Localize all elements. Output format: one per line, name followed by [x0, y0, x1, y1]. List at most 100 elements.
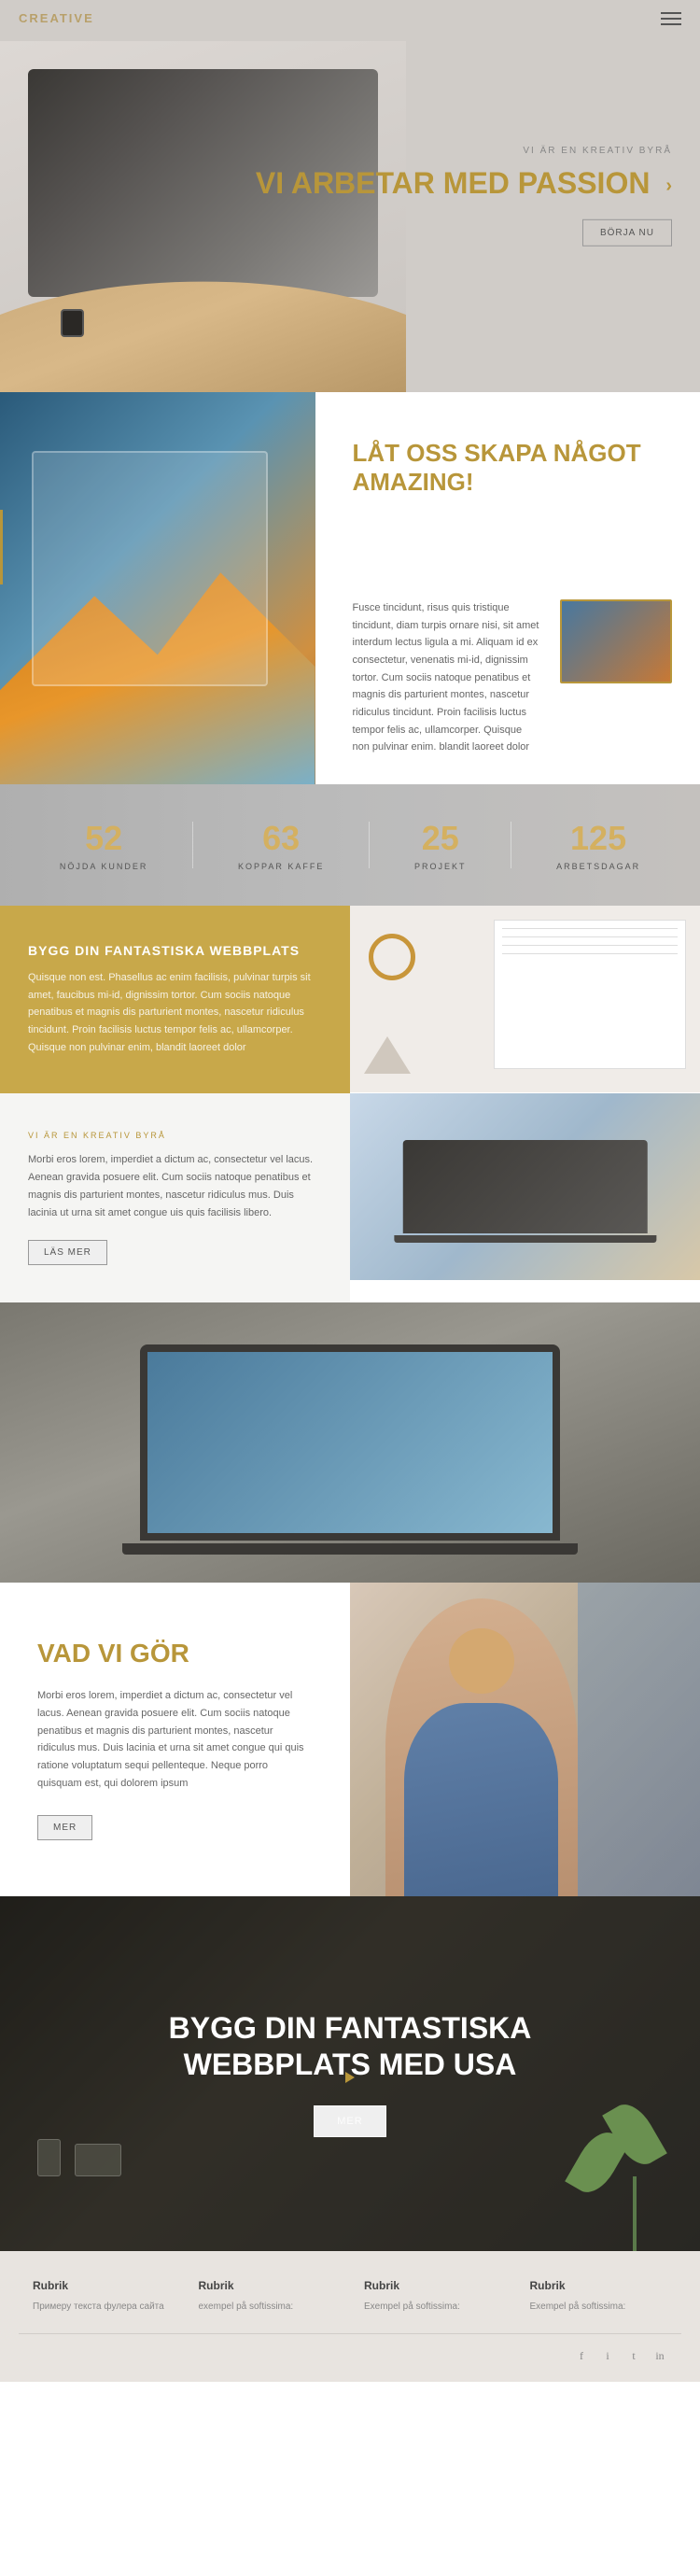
footer-col-text-3: Exempel på softissima:	[530, 2300, 668, 2315]
footer-col-1: Rubrik exempel på softissima:	[185, 2279, 351, 2315]
lat-oss-section: LÅT OSS SKAPA NÅGOT AMAZING! Fusce tinci…	[0, 392, 700, 784]
grid-white-box: VI ÄR EN KREATIV BYRÅ Morbi eros lorem, …	[0, 1093, 350, 1302]
screen-mock	[32, 451, 268, 686]
bygg-section: BYGG DIN FANTASTISKAWEBBPLATS MED USA ME…	[0, 1896, 700, 2251]
lat-left-image	[0, 392, 315, 784]
stat-number-2: 25	[414, 819, 467, 858]
sketch-line-2	[502, 936, 678, 937]
laptop-grid-base	[394, 1235, 656, 1243]
grid-las-mer-button[interactable]: LÄS MER	[28, 1240, 107, 1265]
laptop-base	[122, 1543, 578, 1555]
footer-col-2: Rubrik Exempel på softissima:	[350, 2279, 516, 2315]
stat-label-1: KOPPAR KAFFE	[238, 862, 324, 871]
hero-section: VI ÄR EN KREATIV BYRÅ VI ARBETAR MED PAS…	[0, 0, 700, 392]
watch-photo	[61, 309, 84, 337]
laptop-screen	[147, 1352, 553, 1533]
lat-heading: LÅT OSS SKAPA NÅGOT AMAZING!	[353, 439, 673, 497]
lat-right-content: LÅT OSS SKAPA NÅGOT AMAZING! Fusce tinci…	[315, 392, 700, 784]
vad-right-image	[350, 1583, 700, 1896]
person-head	[449, 1628, 514, 1694]
hero-title: VI ARBETAR MED PASSION ›	[256, 165, 672, 201]
footer-divider	[19, 2333, 681, 2334]
linkedin-icon[interactable]: in	[652, 2348, 667, 2363]
lat-main-photo	[0, 392, 315, 784]
hero-subtitle: VI ÄR EN KREATIV BYRÅ	[256, 146, 672, 156]
stats-row: 52 NÖJDA KUNDER 63 KOPPAR KAFFE 25 PROJE…	[0, 784, 700, 906]
logo: CREATIVE	[19, 11, 94, 25]
lat-small-photo	[560, 599, 672, 683]
stat-number-0: 52	[60, 819, 148, 858]
grid-text-body: Quisque non est. Phasellus ac enim facil…	[28, 969, 322, 1056]
stat-divider-1	[369, 822, 370, 868]
lat-body-area: Fusce tincidunt, risus quis tristique ti…	[353, 599, 673, 756]
sketch-paper	[494, 920, 686, 1069]
stat-label-0: NÖJDA KUNDER	[60, 862, 148, 871]
vad-section: VAD VI GÖR Morbi eros lorem, imperdiet a…	[0, 1583, 700, 1896]
hamburger-line-1	[661, 12, 681, 14]
laptop-grid-body	[402, 1140, 648, 1233]
footer-col-title-0: Rubrik	[33, 2279, 171, 2292]
footer-col-text-1: exempel på softissima:	[199, 2300, 337, 2315]
grid-bottom-right-image	[350, 1093, 700, 1280]
vad-left: VAD VI GÖR Morbi eros lorem, imperdiet a…	[0, 1583, 350, 1896]
lat-image-column	[560, 599, 672, 756]
footer-col-title-3: Rubrik	[530, 2279, 668, 2292]
laptop-grid-photo	[350, 1093, 700, 1280]
hamburger-line-3	[661, 23, 681, 25]
footer-col-3: Rubrik Exempel på softissima:	[516, 2279, 682, 2315]
bygg-device-icon	[75, 2144, 121, 2176]
play-button[interactable]	[345, 2072, 355, 2083]
hamburger-line-2	[661, 18, 681, 20]
footer-bottom: f i t in	[0, 2348, 700, 2363]
stats-section: 52 NÖJDA KUNDER 63 KOPPAR KAFFE 25 PROJE…	[0, 784, 700, 906]
hero-arrow: ›	[665, 174, 672, 196]
footer-col-text-2: Exempel på softissima:	[364, 2300, 502, 2315]
lat-text-column: Fusce tincidunt, risus quis tristique ti…	[353, 599, 542, 756]
notebook-sketch	[350, 906, 700, 1092]
vad-heading: VAD VI GÖR	[37, 1639, 313, 1668]
grid-text-box: Bygg din fantastiska webbplats Quisque n…	[0, 906, 350, 1093]
laptop-hero-section	[0, 1302, 700, 1583]
office-background	[578, 1583, 700, 1896]
vad-mer-button[interactable]: MER	[37, 1815, 92, 1840]
stat-number-1: 63	[238, 819, 324, 858]
instagram-icon[interactable]: i	[600, 2348, 615, 2363]
person-photo	[385, 1598, 578, 1896]
sketch-line-4	[502, 953, 678, 954]
stat-item-0: 52 NÖJDA KUNDER	[60, 819, 148, 871]
header: CREATIVE	[0, 0, 700, 36]
laptop-display	[140, 1344, 560, 1541]
gold-accent-bar	[0, 510, 3, 584]
hero-content: VI ÄR EN KREATIV BYRÅ VI ARBETAR MED PAS…	[256, 146, 672, 246]
footer-col-0: Rubrik Примеру текста фулера сайта	[19, 2279, 185, 2315]
grid-text-title: Bygg din fantastiska webbplats	[28, 943, 322, 958]
stat-divider-0	[192, 822, 193, 868]
stat-label-3: ARBETSDAGAR	[556, 862, 640, 871]
stat-item-2: 25 PROJEKT	[414, 819, 467, 871]
bygg-plant	[607, 2083, 663, 2251]
sketch-line-3	[502, 945, 678, 946]
twitter-icon[interactable]: t	[626, 2348, 641, 2363]
footer-col-text-0: Примеру текста фулера сайта	[33, 2300, 171, 2315]
plant-stem	[633, 2176, 637, 2251]
lat-body-text: Fusce tincidunt, risus quis tristique ti…	[353, 599, 542, 756]
stat-item-3: 125 ARBETSDAGAR	[556, 819, 640, 871]
facebook-icon[interactable]: f	[574, 2348, 589, 2363]
footer-columns: Rubrik Примеру текста фулера сайта Rubri…	[0, 2279, 700, 2315]
hamburger-menu-icon[interactable]	[661, 12, 681, 25]
sketch-line-1	[502, 928, 678, 929]
grid-white-subtitle: VI ÄR EN KREATIV BYRÅ	[28, 1131, 322, 1140]
footer-col-title-1: Rubrik	[199, 2279, 337, 2292]
footer: Rubrik Примеру текста фулера сайта Rubri…	[0, 2251, 700, 2382]
sketch-circle	[369, 934, 415, 980]
hero-cta-button[interactable]: BÖRJA NU	[582, 219, 672, 246]
vad-body-text: Morbi eros lorem, imperdiet a dictum ac,…	[37, 1687, 313, 1792]
person-body	[404, 1703, 558, 1897]
bygg-mer-button[interactable]: MER	[314, 2105, 385, 2137]
play-triangle-icon	[345, 2072, 355, 2083]
stat-number-3: 125	[556, 819, 640, 858]
footer-col-title-2: Rubrik	[364, 2279, 502, 2292]
bygg-phone-icon	[37, 2139, 61, 2176]
stat-item-1: 63 KOPPAR KAFFE	[238, 819, 324, 871]
grid-white-text: Morbi eros lorem, imperdiet a dictum ac,…	[28, 1151, 322, 1221]
